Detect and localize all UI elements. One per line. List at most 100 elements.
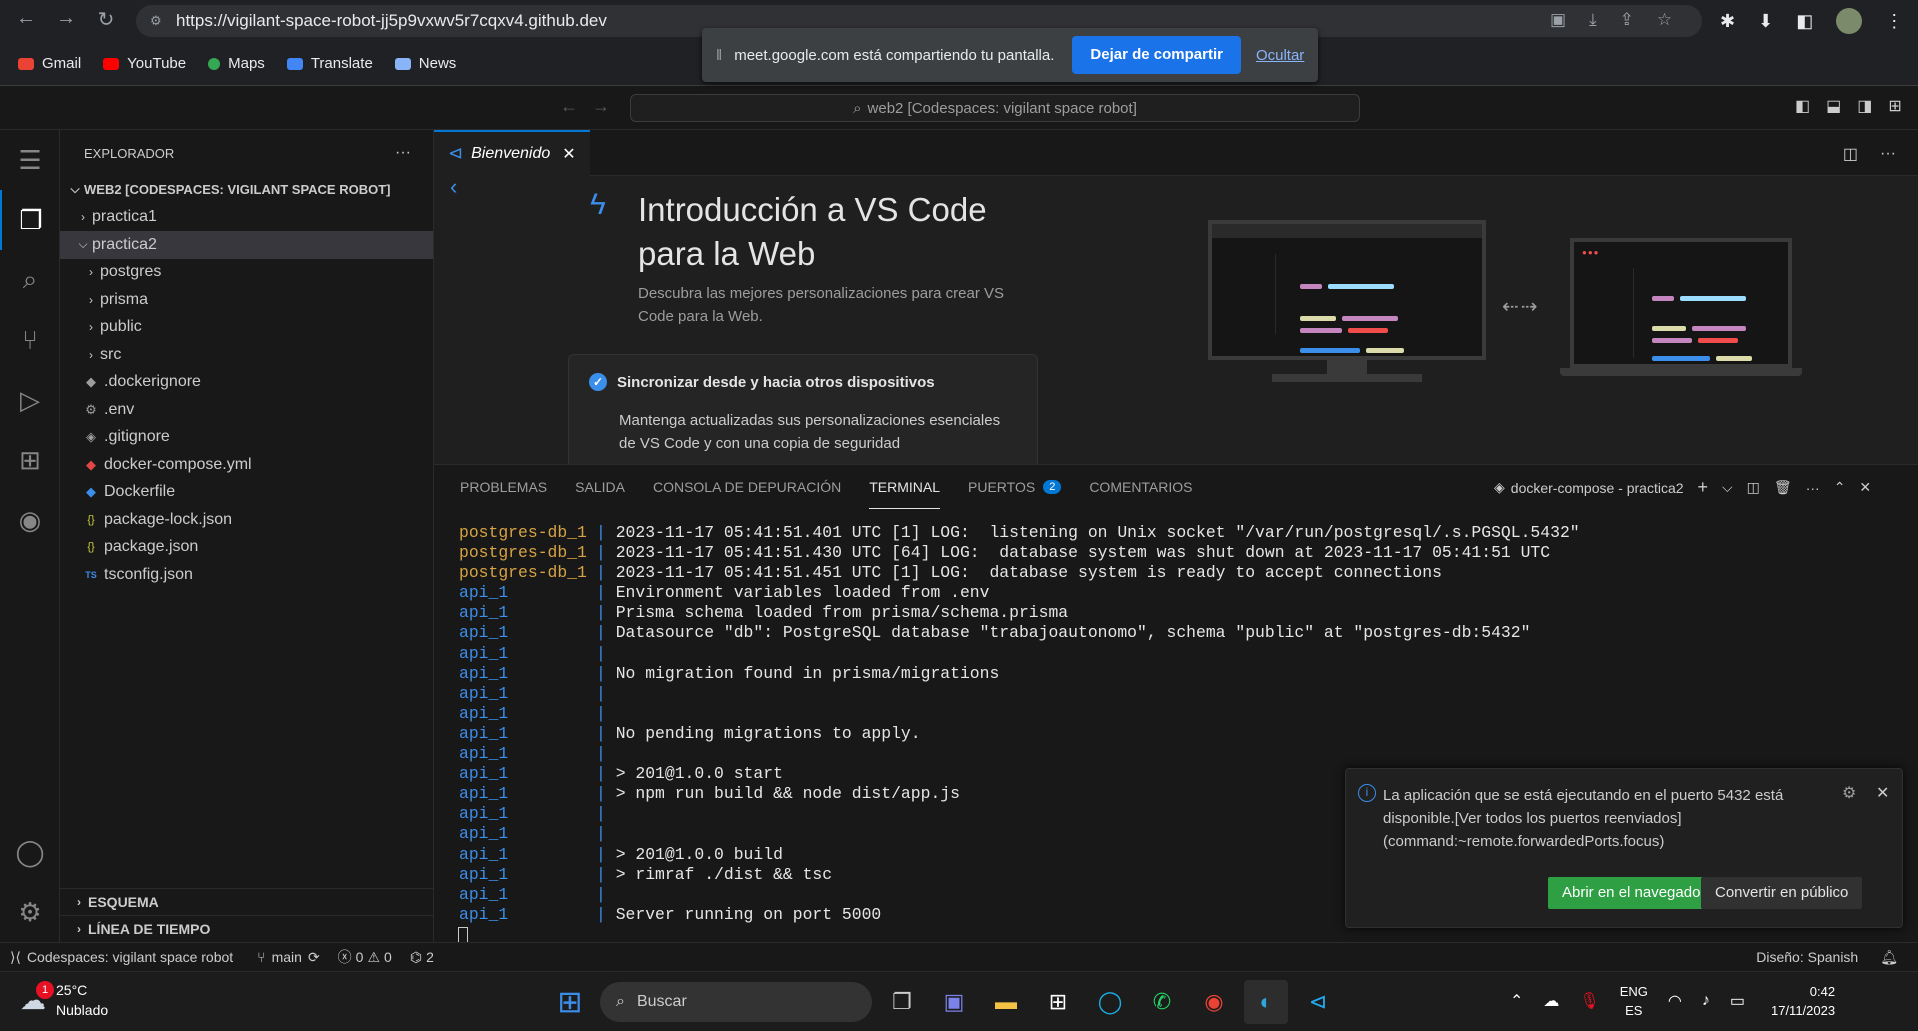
clock[interactable]: 0:42 17/11/2023 <box>1771 982 1835 1020</box>
weather-widget[interactable]: ☁ 1 25°C Nublado <box>20 980 108 1020</box>
taskbar-search[interactable]: ⌕ Buscar <box>600 982 872 1022</box>
workspace-root[interactable]: ⌵ WEB2 [CODESPACES: VIGILANT SPACE ROBOT… <box>60 176 433 204</box>
more-actions-icon[interactable]: ··· <box>395 144 411 162</box>
branch-indicator[interactable]: ⑂ main ⟳ <box>257 949 320 966</box>
nav-back-icon[interactable]: ← <box>560 96 578 117</box>
teams-icon[interactable]: ▣ <box>932 980 976 1024</box>
split-editor-icon[interactable]: ◫ <box>1843 144 1858 164</box>
remote-indicator[interactable]: ⟩⟨ Codespaces: vigilant space robot <box>0 942 244 972</box>
new-terminal-icon[interactable]: + <box>1698 477 1709 498</box>
tree-folder[interactable]: › practica1 <box>60 204 433 232</box>
terminal-selector[interactable]: ◈ docker-compose - practica2 <box>1494 479 1684 496</box>
menu-icon[interactable]: ⋮ <box>1885 11 1903 32</box>
bookmark-youtube[interactable]: YouTube <box>103 55 186 72</box>
bookmark-star-icon[interactable]: ☆ <box>1657 10 1672 30</box>
gear-icon[interactable]: ⚙ <box>1842 783 1856 803</box>
chevron-up-icon[interactable]: ⌃ <box>1510 991 1523 1011</box>
stop-sharing-button[interactable]: Dejar de compartir <box>1072 36 1241 74</box>
avatar[interactable] <box>1836 8 1863 34</box>
tree-folder[interactable]: › prisma <box>60 286 433 314</box>
bell-icon[interactable]: 🔔︎ <box>1880 949 1898 966</box>
chevron-down-icon[interactable]: ⌵ <box>1722 479 1733 496</box>
search-icon[interactable]: ⌕ <box>0 250 60 310</box>
problems-indicator[interactable]: ⓧ 0 ⚠ 0 <box>338 947 392 967</box>
menu-icon[interactable]: ☰ <box>0 130 60 190</box>
go-back-icon[interactable]: ‹ <box>450 176 457 200</box>
hide-button[interactable]: Ocultar <box>1256 47 1304 64</box>
tab-welcome[interactable]: ⊲ Bienvenido ✕ <box>434 129 590 176</box>
tree-file[interactable]: {} package.json <box>60 534 433 562</box>
side-panel-icon[interactable]: ◧ <box>1796 11 1813 32</box>
section-outline[interactable]: › ESQUEMA <box>60 888 434 915</box>
split-terminal-icon[interactable]: ◫ <box>1747 479 1760 496</box>
sync-icon[interactable]: ⟳ <box>308 949 320 966</box>
toggle-panel-icon[interactable]: ⬓ <box>1826 96 1841 116</box>
tree-file[interactable]: ⚙ .env <box>60 396 433 424</box>
install-icon[interactable]: ⤓ <box>1589 10 1597 30</box>
manage-gear-icon[interactable]: ⚙ <box>0 882 60 942</box>
close-icon[interactable]: ✕ <box>562 144 575 164</box>
run-debug-icon[interactable]: ▷ <box>0 370 60 430</box>
more-actions-icon[interactable]: ··· <box>1806 480 1820 496</box>
tree-file[interactable]: ◈ .gitignore <box>60 424 433 452</box>
store-icon[interactable]: ⊞ <box>1036 980 1080 1024</box>
ports-indicator[interactable]: ⌬ 2 <box>410 949 434 966</box>
maximize-panel-icon[interactable]: ⌃ <box>1834 479 1846 496</box>
tree-folder[interactable]: › postgres <box>60 259 433 287</box>
tree-folder[interactable]: › src <box>60 341 433 369</box>
windows-start-icon[interactable]: ⊞ <box>548 980 592 1024</box>
bookmark-news[interactable]: News <box>394 55 456 72</box>
tree-folder[interactable]: › public <box>60 314 433 342</box>
share-icon[interactable]: ⇪ <box>1620 10 1634 30</box>
battery-icon[interactable]: ▭ <box>1730 991 1745 1011</box>
tab-debug-console[interactable]: CONSOLA DE DEPURACIÓN <box>653 465 841 509</box>
cast-icon[interactable]: ▣ <box>1550 10 1566 30</box>
close-icon[interactable]: ✕ <box>1859 479 1871 496</box>
command-center[interactable]: ⌕ web2 [Codespaces: vigilant space robot… <box>630 94 1360 122</box>
accounts-icon[interactable]: ◯ <box>0 822 60 882</box>
tab-terminal[interactable]: TERMINAL <box>869 465 941 509</box>
tree-file[interactable]: ◆ Dockerfile <box>60 479 433 507</box>
chrome-icon[interactable]: ◉ <box>1192 980 1236 1024</box>
cortana-icon[interactable]: ◯ <box>1088 980 1132 1024</box>
source-control-icon[interactable]: ⑂ <box>0 310 60 370</box>
make-public-button[interactable]: Convertir en público <box>1701 877 1863 909</box>
bookmark-translate[interactable]: Translate <box>286 55 373 72</box>
extensions-icon[interactable]: ⊞ <box>0 430 60 490</box>
drag-handle-icon[interactable]: ‖ <box>716 47 722 64</box>
reload-button[interactable]: ↻ <box>88 7 124 32</box>
toggle-sidebar-icon[interactable]: ◧ <box>1795 96 1810 116</box>
site-info-icon[interactable]: ⚙ <box>150 13 162 29</box>
toggle-secondary-sidebar-icon[interactable]: ◨ <box>1857 96 1872 116</box>
keyboard-layout[interactable]: Diseño: Spanish <box>1756 949 1858 965</box>
edge-icon[interactable]: ◐ <box>1244 980 1288 1024</box>
tree-file[interactable]: TS tsconfig.json <box>60 561 433 589</box>
wifi-icon[interactable]: ◠ <box>1668 991 1682 1011</box>
more-actions-icon[interactable]: ··· <box>1880 145 1896 163</box>
tree-file[interactable]: ◆ docker-compose.yml <box>60 451 433 479</box>
whatsapp-icon[interactable]: ✆ <box>1140 980 1184 1024</box>
microphone-icon[interactable]: 🎙︎ <box>1579 991 1599 1011</box>
extensions-icon[interactable]: ✱ <box>1720 11 1735 32</box>
downloads-icon[interactable]: ⬇ <box>1758 11 1773 32</box>
trash-icon[interactable]: 🗑 <box>1774 479 1792 496</box>
language-indicator[interactable]: ENG ES <box>1620 982 1648 1020</box>
tab-problems[interactable]: PROBLEMAS <box>460 465 547 509</box>
volume-icon[interactable]: ♪ <box>1702 992 1710 1010</box>
bookmark-maps[interactable]: Maps <box>208 55 265 72</box>
bookmark-gmail[interactable]: Gmail <box>18 55 81 72</box>
close-icon[interactable]: ✕ <box>1876 783 1889 803</box>
tab-ports[interactable]: PUERTOS 2 <box>968 465 1062 509</box>
tree-file[interactable]: ◆ .dockerignore <box>60 369 433 397</box>
github-icon[interactable]: ◉ <box>0 490 60 550</box>
onedrive-icon[interactable]: ☁ <box>1543 991 1559 1011</box>
open-in-browser-button[interactable]: Abrir en el navegador <box>1548 877 1720 909</box>
section-timeline[interactable]: › LÍNEA DE TIEMPO <box>60 915 434 942</box>
sync-card[interactable]: ✓ Sincronizar desde y hacia otros dispos… <box>568 354 1038 464</box>
nav-forward-icon[interactable]: → <box>592 96 610 117</box>
back-button[interactable]: ← <box>8 7 44 30</box>
vscode-icon[interactable]: ⊲ <box>1296 980 1340 1024</box>
explorer-icon[interactable]: ❐ <box>0 190 60 250</box>
tree-folder[interactable]: ⌵ practica2 <box>60 231 433 259</box>
tab-output[interactable]: SALIDA <box>575 465 625 509</box>
